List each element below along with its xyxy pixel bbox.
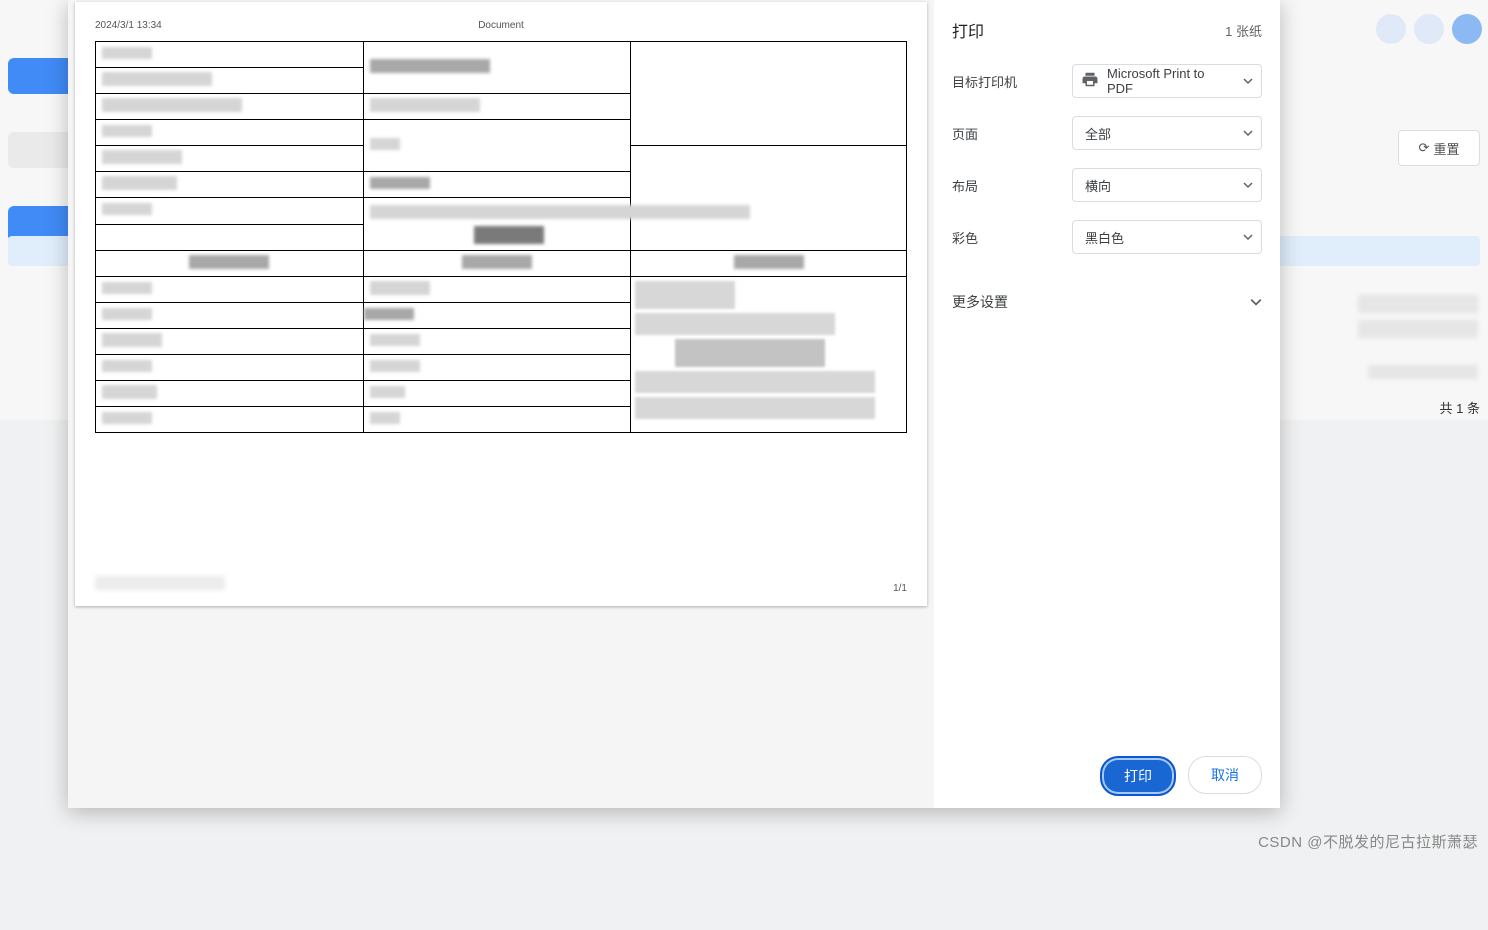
- pages-value: 全部: [1085, 124, 1111, 143]
- destination-label: 目标打印机: [952, 72, 1072, 91]
- pages-row: 页面 全部: [952, 116, 1262, 150]
- print-preview-page[interactable]: 2024/3/1 13:34 Document: [75, 2, 927, 606]
- destination-select[interactable]: Microsoft Print to PDF: [1072, 64, 1262, 98]
- bg-blur: [1368, 365, 1478, 379]
- more-settings-toggle[interactable]: 更多设置: [952, 292, 1262, 312]
- color-row: 彩色 黑白色: [952, 220, 1262, 254]
- pages-select[interactable]: 全部: [1072, 116, 1262, 150]
- print-settings-column: 打印 1 张纸 目标打印机 Microsoft Print to PDF 页面 …: [934, 0, 1280, 808]
- print-dialog-title: 打印: [952, 18, 984, 42]
- table-row: [96, 42, 907, 68]
- destination-row: 目标打印机 Microsoft Print to PDF: [952, 64, 1262, 98]
- cancel-button-label: 取消: [1211, 765, 1239, 785]
- chevron-down-icon: [1243, 180, 1253, 190]
- bg-tab-active: [8, 58, 76, 94]
- bg-tab: [8, 132, 76, 168]
- print-button[interactable]: 打印: [1100, 756, 1176, 796]
- bg-left-tabs: [8, 58, 76, 256]
- preview-footer-blur: [95, 576, 225, 590]
- layout-value: 横向: [1085, 176, 1111, 195]
- layout-select[interactable]: 横向: [1072, 168, 1262, 202]
- bg-avatar: [1414, 14, 1444, 44]
- printer-icon: [1081, 71, 1099, 92]
- color-select[interactable]: 黑白色: [1072, 220, 1262, 254]
- bg-pagination: 共 1 条: [1440, 398, 1480, 417]
- bg-topbar-pill: [1376, 14, 1406, 44]
- bg-reset-button[interactable]: ⟳ 重置: [1398, 130, 1480, 166]
- bg-reset-label: 重置: [1433, 139, 1459, 158]
- bg-blur: [1358, 295, 1478, 313]
- layout-label: 布局: [952, 176, 1072, 195]
- reset-icon: ⟳: [1419, 140, 1430, 156]
- color-value: 黑白色: [1085, 228, 1124, 247]
- print-dialog: 2024/3/1 13:34 Document: [68, 0, 1280, 808]
- table-row: [96, 251, 907, 277]
- preview-doc-title: Document: [75, 20, 927, 31]
- chevron-down-icon: [1243, 128, 1253, 138]
- chevron-down-icon: [1243, 76, 1253, 86]
- bg-avatar: [1452, 14, 1482, 44]
- preview-page-indicator: 1/1: [893, 583, 907, 594]
- more-settings-label: 更多设置: [952, 292, 1008, 312]
- print-button-label: 打印: [1124, 766, 1152, 786]
- chevron-down-icon: [1250, 296, 1262, 308]
- chevron-down-icon: [1243, 232, 1253, 242]
- sheets-count: 1 张纸: [1225, 21, 1262, 40]
- cancel-button[interactable]: 取消: [1188, 756, 1262, 794]
- bg-blur: [1358, 320, 1478, 338]
- print-preview-column: 2024/3/1 13:34 Document: [68, 0, 934, 808]
- preview-form-table: [95, 41, 907, 433]
- layout-row: 布局 横向: [952, 168, 1262, 202]
- color-label: 彩色: [952, 228, 1072, 247]
- csdn-watermark: CSDN @不脱发的尼古拉斯萧瑟: [1258, 831, 1478, 852]
- table-row: [96, 277, 907, 303]
- pages-label: 页面: [952, 124, 1072, 143]
- destination-value: Microsoft Print to PDF: [1107, 66, 1231, 96]
